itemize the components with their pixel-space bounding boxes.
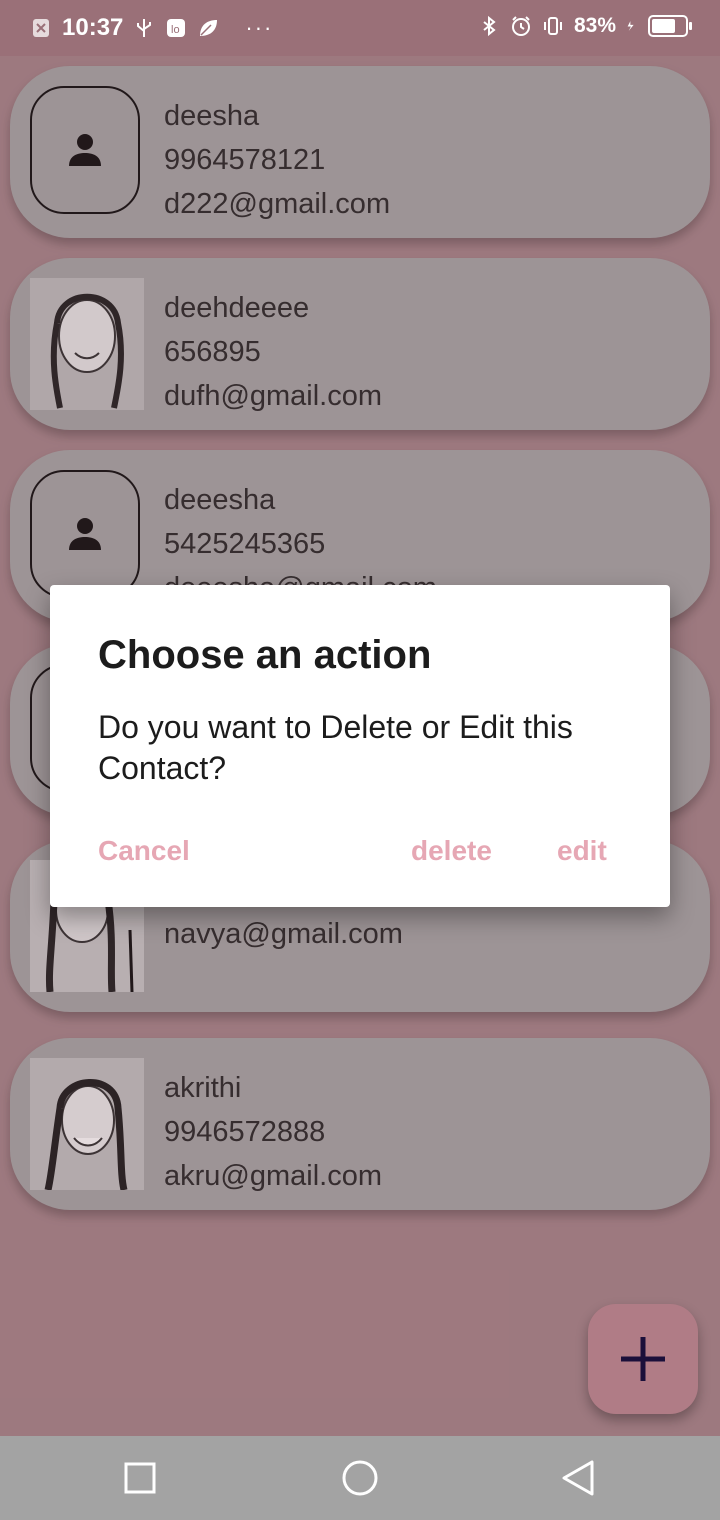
delete-button[interactable]: delete (411, 835, 492, 867)
usb-icon (137, 19, 152, 37)
status-time: 10:37 (62, 14, 124, 41)
status-bar: 10:37 lo ··· 83% (0, 0, 720, 56)
add-contact-button[interactable] (588, 1304, 698, 1414)
svg-text:lo: lo (171, 24, 180, 36)
battery-icon (648, 15, 692, 37)
leaf-icon (200, 20, 218, 36)
alarm-icon (511, 16, 530, 36)
bluetooth-icon (483, 15, 496, 37)
action-dialog: Choose an action Do you want to Delete o… (50, 585, 670, 907)
app-icon: lo (167, 19, 186, 37)
dialog-message: Do you want to Delete or Edit this Conta… (98, 709, 573, 786)
battery-percent: 83% (573, 14, 616, 37)
edit-button[interactable]: edit (557, 835, 607, 867)
vibrate-icon (543, 17, 562, 35)
dialog-title: Choose an action (98, 633, 432, 677)
close-box-icon (33, 19, 49, 37)
navigation-bar (0, 1436, 720, 1520)
plus-icon (621, 1337, 665, 1381)
back-triangle-icon[interactable] (558, 1458, 598, 1498)
square-icon[interactable] (120, 1458, 160, 1498)
cancel-button[interactable]: Cancel (98, 835, 190, 867)
circle-icon[interactable] (340, 1458, 380, 1498)
charging-icon (627, 21, 634, 31)
more-notifications: ··· (245, 15, 274, 40)
